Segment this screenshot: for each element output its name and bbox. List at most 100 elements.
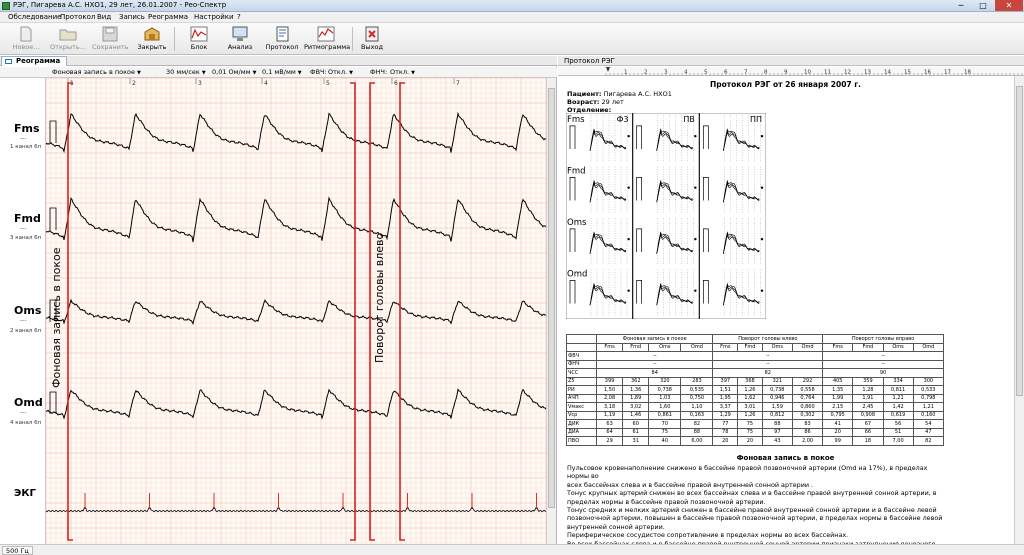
- protocol-scrollbar[interactable]: [1014, 76, 1024, 544]
- menu-item-record[interactable]: Запись: [119, 13, 145, 21]
- analysis-button[interactable]: Анализ: [222, 25, 258, 53]
- toolbar-separator: [352, 27, 353, 51]
- ruler-label: 10: [804, 70, 811, 76]
- fvch-select[interactable]: Откл. ▼: [328, 68, 353, 77]
- menu-item-help[interactable]: ?: [237, 13, 241, 21]
- table-cell: 1,89: [622, 393, 650, 403]
- toolbar: Новое... Открыть... Сохранить Закрыть Бл…: [0, 23, 1024, 55]
- table-row-label: ФНЧ: [566, 359, 597, 369]
- tab-rheogram[interactable]: Реограмма: [1, 56, 68, 66]
- table-cell: 83: [791, 419, 824, 429]
- menu-item-settings[interactable]: Настройки: [194, 13, 234, 21]
- open-button[interactable]: Открыть...: [50, 25, 86, 53]
- ruler-label: 16: [924, 70, 931, 76]
- table-cell: 7,00: [882, 436, 914, 446]
- figure-marker-dot: [760, 289, 764, 292]
- figure-marker-dot: [694, 237, 697, 241]
- conclusion-line: Тонус крупных артерий снижен во всех бас…: [567, 489, 937, 498]
- ruler-label: 15: [904, 70, 911, 76]
- recording-select[interactable]: Фоновая запись в покое ▼: [52, 68, 152, 77]
- table-cell: 66: [852, 427, 884, 437]
- table-row: АЧП 2,08 1,89 1,03 0,750 1,95 1,62 0,946 0,764 1,…: [566, 393, 945, 403]
- table-cell: --: [822, 351, 944, 361]
- table-column-cell: Omd: [791, 342, 824, 352]
- scrollbar-thumb[interactable]: [548, 88, 555, 508]
- close-exam-button[interactable]: Закрыть: [134, 25, 170, 53]
- scrollbar-thumb[interactable]: [1016, 86, 1023, 396]
- table-cell: 359: [852, 376, 884, 386]
- new-button[interactable]: Новое...: [8, 25, 44, 53]
- title-bar: РЭГ, Пигарева А.С. НХО1, 29 лет, 26.01.2…: [0, 0, 1024, 12]
- table-cell: 0,908: [852, 410, 884, 420]
- table-cell: 1,99: [822, 393, 854, 403]
- conclusion-line: всех бассейнах слева и в бассейне правой…: [567, 480, 814, 489]
- block-button[interactable]: Блок: [181, 25, 217, 53]
- table-cell: 1,46: [622, 410, 650, 420]
- rhythmogram-button[interactable]: Ритмограмма: [304, 25, 350, 53]
- fnch-label: ФНЧ:: [370, 68, 388, 76]
- figure-marker-dot: [694, 134, 697, 138]
- table-cell: 1,29: [712, 410, 739, 420]
- table-cell: 0,860: [791, 402, 824, 412]
- table-cell: 31: [622, 436, 650, 446]
- save-icon: [102, 26, 118, 42]
- menu-item-view[interactable]: Вид: [97, 13, 111, 21]
- table-row-label: ПВО: [566, 436, 597, 446]
- table-cell: 0,750: [680, 393, 714, 403]
- table-cell: 82: [912, 436, 945, 446]
- table-row: ФВЧ -- -- --: [566, 351, 944, 361]
- menu-item-rheogram[interactable]: Реограмма: [148, 13, 188, 21]
- app-icon: [2, 2, 10, 10]
- table-row: Vмакс 3,18 3,02 1,60 1,10 3,37 3,01 1,59 0,860 2,…: [566, 402, 945, 412]
- table-corner-cell: [566, 342, 597, 352]
- ruler-label: 17: [944, 70, 951, 76]
- table-cell: 20: [712, 436, 739, 446]
- ruler-indent-marker: [606, 67, 610, 72]
- protocol-title: Протокол РЭГ от 26 января 2007 г.: [709, 80, 862, 89]
- table-cell: 1,42: [882, 402, 914, 412]
- table-cell: 97: [761, 427, 793, 437]
- time-mark-label: 5: [326, 80, 330, 87]
- ruler: 1 2 3 4 5 6 7 8 9 10 11 12 13 14 15 16 17 18: [558, 67, 1024, 76]
- table-cell: 18: [852, 436, 884, 446]
- time-mark-label: 3: [198, 80, 202, 87]
- ruler-label: 13: [864, 70, 871, 76]
- menu-item-protocol[interactable]: Протокол: [60, 13, 95, 21]
- table-cell: 0,558: [791, 385, 824, 395]
- protocol-button[interactable]: Протокол: [264, 25, 300, 53]
- close-window-button[interactable]: ✕: [995, 0, 1023, 11]
- table-cell: 321: [761, 376, 793, 386]
- speed-select[interactable]: 30 мм/сек ▼: [166, 68, 206, 77]
- maximize-button[interactable]: □: [972, 0, 994, 11]
- fnch-select[interactable]: Откл. ▼: [390, 68, 415, 77]
- vertical-scrollbar[interactable]: [546, 78, 556, 544]
- table-cell: 20: [737, 436, 763, 446]
- protocol-document[interactable]: Протокол РЭГ от 26 января 2007 г. Пациен…: [558, 76, 1013, 544]
- chevron-down-icon: ▼: [349, 70, 353, 76]
- rheogram-traces: 1 2 3 4 5 6 7Фоновая запись в покое Поворот гол…: [46, 78, 546, 544]
- sensitivity-select[interactable]: 0,01 Ом/мм ▼: [212, 68, 256, 77]
- ruler-label: 11: [824, 70, 831, 76]
- protocol-document-icon: [276, 26, 289, 42]
- table-group-cell: Поворот головы вправо: [822, 334, 944, 344]
- menu-item-examination[interactable]: Обследование: [8, 13, 61, 21]
- figure-marker-dot: [627, 186, 630, 189]
- ekg-gain-select[interactable]: 0,1 мВ/мм ▼: [262, 68, 302, 77]
- ruler-label: 1: [624, 70, 628, 76]
- table-cell: 0,302: [791, 410, 824, 420]
- window-title: РЭГ, Пигарева А.С. НХО1, 29 лет, 26.01.2…: [13, 1, 227, 9]
- table-cell: 0,795: [822, 410, 854, 420]
- table-cell: 84: [595, 368, 714, 378]
- table-row-label: ФВЧ: [566, 351, 597, 361]
- table-cell: 1,95: [712, 393, 739, 403]
- save-button[interactable]: Сохранить: [92, 25, 129, 53]
- figure-marker-dot: [760, 186, 764, 189]
- table-cell: 1,26: [737, 410, 763, 420]
- table-cell: 292: [791, 376, 824, 386]
- conclusion-line: внутренней сонной артерии.: [567, 522, 665, 531]
- rheogram-plot[interactable]: 1 2 3 4 5 6 7 Фоновая запись в покое Поворот гол…: [46, 78, 546, 544]
- figure-marker-dot: [627, 289, 630, 292]
- minimize-button[interactable]: ─: [950, 0, 972, 11]
- exit-button[interactable]: Выход: [354, 25, 390, 53]
- channel-sub: 4 канал 6п: [10, 420, 42, 426]
